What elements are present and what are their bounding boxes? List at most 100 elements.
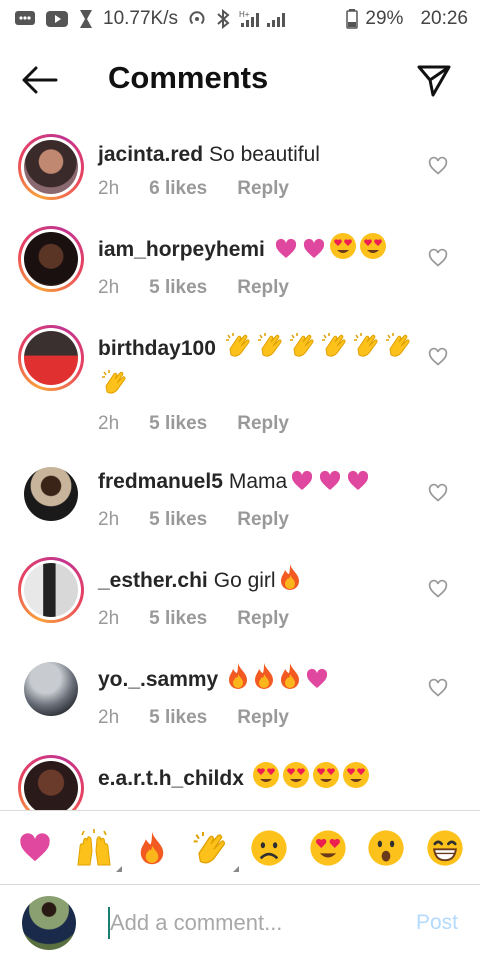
like-heart-icon[interactable]: [428, 678, 448, 698]
comment-time: 2h: [98, 707, 120, 728]
heart-eyes-emoji: [252, 761, 280, 798]
youtube-icon: [45, 10, 69, 28]
like-heart-icon[interactable]: [428, 156, 448, 176]
clap-emoji: [224, 331, 254, 368]
comment-time: 2h: [98, 509, 120, 530]
reaction-sad-face[interactable]: [247, 826, 291, 870]
network-speed: 10.77K/s: [103, 8, 178, 29]
reply-button[interactable]: Reply: [237, 608, 289, 630]
reply-button[interactable]: Reply: [237, 707, 289, 729]
comment-username[interactable]: _esther.chi: [98, 569, 208, 592]
comment-text: Go girl: [213, 569, 276, 592]
pink-heart-emoji: [301, 238, 327, 269]
comment-username[interactable]: iam_horpeyhemi: [98, 238, 265, 261]
comment-item: jacinta.red So beautiful 2h 6 likes Reply: [0, 122, 480, 214]
pink-heart-icon: [20, 832, 50, 861]
hourglass-icon: [78, 9, 94, 29]
hotspot-icon: [187, 9, 207, 29]
fire-emoji: [278, 662, 302, 699]
clock: 20:26: [420, 8, 468, 29]
comment-likes[interactable]: 5 likes: [149, 277, 207, 299]
status-bar: 10.77K/s H+ 29% 20:26: [0, 0, 480, 38]
comment-likes[interactable]: 5 likes: [149, 413, 207, 435]
heart-eyes-emoji: [282, 761, 310, 798]
clap-icon: [193, 831, 225, 863]
back-button[interactable]: [20, 60, 60, 100]
comments-list[interactable]: jacinta.red So beautiful 2h 6 likes Reply…: [0, 122, 480, 810]
comment-item: iam_horpeyhemi 2h 5 likes Reply: [0, 214, 480, 313]
comment-username[interactable]: jacinta.red: [98, 143, 203, 166]
clap-emoji: [320, 331, 350, 368]
heart-eyes-emoji: [329, 232, 357, 269]
message-icon: [14, 10, 36, 28]
avatar[interactable]: [18, 226, 84, 292]
comment-username[interactable]: e.a.r.t.h_childx: [98, 767, 244, 790]
comment-text: Mama: [228, 470, 288, 493]
comment-item: e.a.r.t.h_childx: [0, 743, 480, 810]
avatar[interactable]: [18, 755, 84, 810]
clap-emoji: [256, 331, 286, 368]
comment-item: birthday100 2h 5 likes Reply: [0, 313, 480, 449]
fire-emoji: [252, 662, 276, 699]
avatar[interactable]: [18, 325, 84, 391]
quick-reactions-bar: [0, 810, 480, 884]
comment-likes[interactable]: 5 likes: [149, 509, 207, 531]
comment-likes[interactable]: 6 likes: [149, 178, 207, 200]
comment-likes[interactable]: 5 likes: [149, 608, 207, 630]
reaction-clap[interactable]: [189, 826, 239, 872]
comment-username[interactable]: yo._.sammy: [98, 668, 218, 691]
comment-username[interactable]: fredmanuel5: [98, 470, 223, 493]
clap-emoji: [384, 331, 414, 368]
reply-button[interactable]: Reply: [237, 509, 289, 531]
svg-text:H+: H+: [239, 10, 250, 19]
back-arrow-icon: [22, 66, 58, 94]
heart-eyes-emoji: [312, 761, 340, 798]
comment-item: yo._.sammy 2h 5 likes Reply: [0, 644, 480, 743]
send-icon: [417, 65, 451, 97]
reply-button[interactable]: Reply: [237, 413, 289, 435]
reply-button[interactable]: Reply: [237, 277, 289, 299]
reaction-heart-eyes[interactable]: [306, 826, 350, 870]
like-heart-icon[interactable]: [428, 248, 448, 268]
header: Comments: [0, 38, 480, 122]
fire-icon: [141, 831, 164, 864]
heart-eyes-emoji: [342, 761, 370, 798]
comment-time: 2h: [98, 413, 120, 434]
pink-heart-emoji: [345, 470, 371, 501]
like-heart-icon[interactable]: [428, 483, 448, 503]
clap-emoji: [352, 331, 382, 368]
fire-emoji: [226, 662, 250, 699]
comment-item: fredmanuel5 Mama 2h 5 likes Reply: [0, 449, 480, 545]
reply-button[interactable]: Reply: [237, 178, 289, 200]
like-heart-icon[interactable]: [428, 579, 448, 599]
avatar[interactable]: [18, 134, 84, 200]
avatar[interactable]: [18, 557, 84, 623]
battery-level: 29%: [365, 8, 404, 29]
raised-hands-icon: [77, 828, 111, 865]
signal-icon: H+: [239, 9, 289, 29]
clap-emoji: [288, 331, 318, 368]
reaction-fire[interactable]: [130, 826, 174, 870]
clap-emoji: [100, 368, 130, 405]
heart-eyes-icon: [310, 829, 346, 866]
current-user-avatar: [22, 895, 76, 950]
share-button[interactable]: [414, 60, 454, 100]
comment-time: 2h: [98, 178, 120, 199]
battery-icon: [346, 9, 359, 29]
sad-face-icon: [251, 829, 287, 866]
comment-item: _esther.chi Go girl 2h 5 likes Reply: [0, 545, 480, 644]
like-heart-icon[interactable]: [428, 347, 448, 367]
comment-username[interactable]: birthday100: [98, 337, 216, 360]
comment-likes[interactable]: 5 likes: [149, 707, 207, 729]
reaction-pink-heart[interactable]: [13, 826, 57, 870]
comment-input[interactable]: [110, 909, 400, 936]
reaction-surprised-face[interactable]: [364, 826, 408, 870]
avatar[interactable]: [18, 461, 84, 527]
reaction-grin-face[interactable]: [423, 826, 467, 870]
pink-heart-emoji: [304, 668, 330, 699]
bluetooth-icon: [216, 9, 230, 29]
reaction-raised-hands[interactable]: [72, 826, 122, 872]
post-button[interactable]: Post: [416, 911, 458, 935]
comment-time: 2h: [98, 608, 120, 629]
avatar[interactable]: [18, 656, 84, 722]
